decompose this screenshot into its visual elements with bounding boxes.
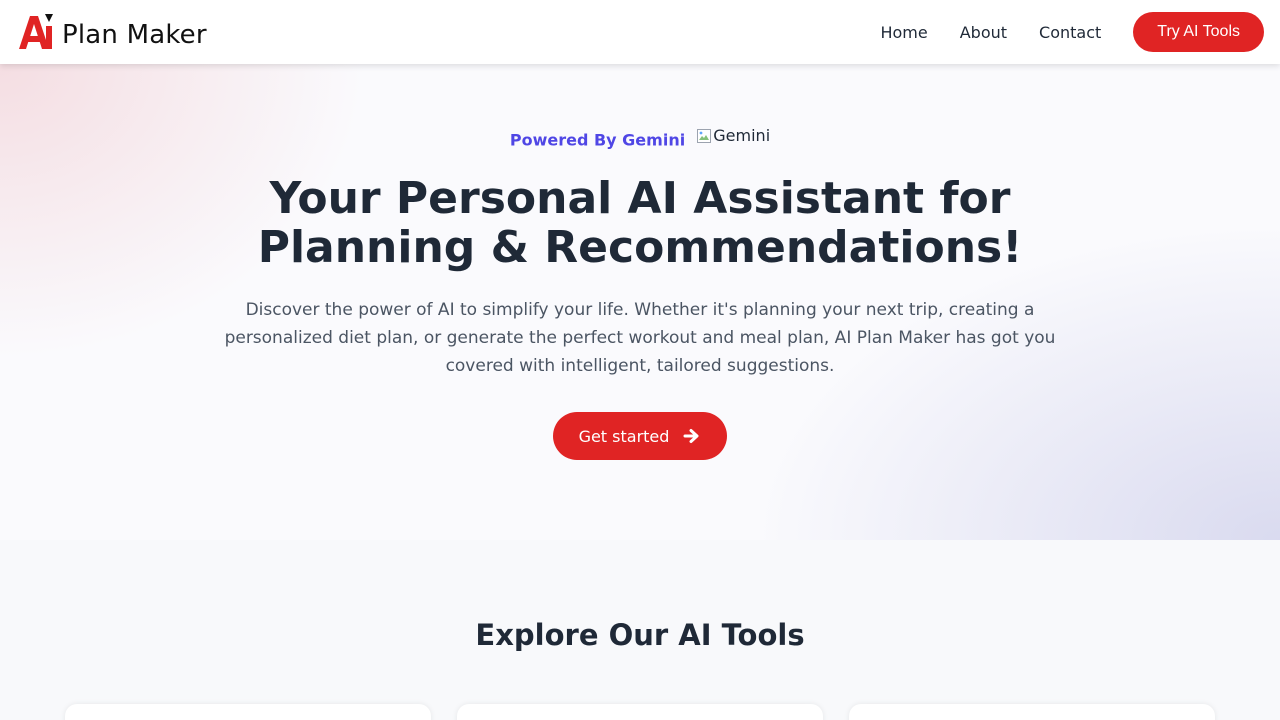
hero-title: Your Personal AI Assistant for Planning … [0,174,1280,272]
main-nav: Home About Contact Try AI Tools [880,12,1264,52]
tool-card[interactable] [457,704,823,720]
logo-text: Plan Maker [62,20,207,50]
hero-title-line2: Planning & Recommendations! [257,222,1023,273]
get-started-label: Get started [578,426,670,446]
powered-by: Powered By Gemini Gemini [0,126,1280,150]
powered-by-label: Powered By Gemini [509,130,686,150]
gemini-image-alt: Gemini [713,126,771,145]
hero-title-line1: Your Personal AI Assistant for [269,173,1011,224]
try-ai-tools-button[interactable]: Try AI Tools [1133,12,1264,52]
hero-section: Powered By Gemini Gemini Your Personal A… [0,64,1280,540]
tool-card[interactable] [849,704,1215,720]
tools-section-title: Explore Our AI Tools [475,618,805,652]
get-started-button[interactable]: Get started [553,412,727,460]
hero-description: Discover the power of AI to simplify you… [224,300,1056,376]
logo[interactable]: Plan Maker [16,12,207,52]
nav-about-link[interactable]: About [960,23,1007,42]
tool-card[interactable] [65,704,431,720]
nav-home-link[interactable]: Home [880,23,927,42]
gemini-logo-image: Gemini [696,126,770,145]
ai-logo-icon [19,14,53,49]
broken-image-icon [697,128,712,143]
nav-contact-link[interactable]: Contact [1039,23,1101,42]
site-header: Plan Maker Home About Contact Try AI Too… [0,0,1280,64]
arrow-right-icon [683,429,699,443]
